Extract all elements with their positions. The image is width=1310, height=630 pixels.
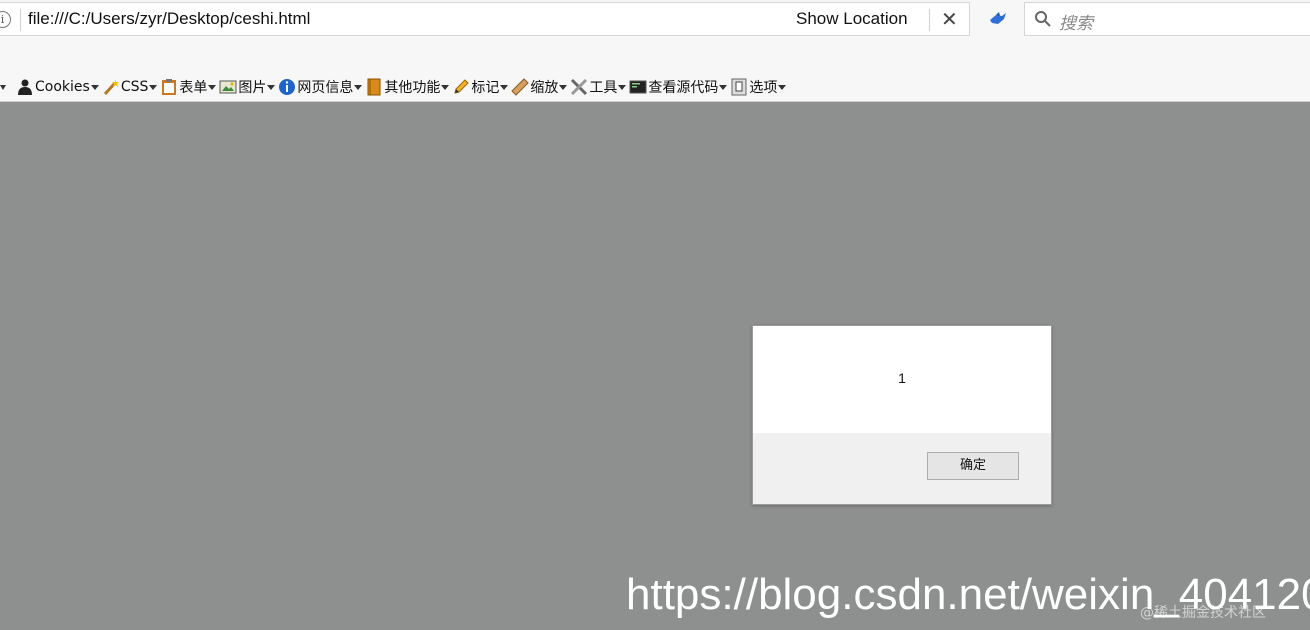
toolbar-item-label: 工具 — [589, 80, 618, 96]
toolbar-item-page-info[interactable]: 网页信息 — [278, 77, 363, 97]
person-icon — [18, 79, 32, 95]
chevron-down-icon — [719, 84, 728, 90]
alert-dialog: 1 确定 — [752, 325, 1052, 505]
pencil-icon — [454, 79, 470, 94]
options-icon — [731, 78, 747, 96]
extension-toolbar: Cookies CSS 表单 图片 网页信息 其他功能 标记 缩放 工具 查看源… — [0, 76, 789, 98]
toolbar-item-resize[interactable]: 缩放 — [511, 77, 568, 97]
toolbar-item-label: 网页信息 — [297, 80, 354, 96]
toolbar-item-options[interactable]: 选项 — [730, 77, 787, 97]
toolbar-item-label: CSS — [120, 79, 149, 95]
toolbar-item-outline[interactable]: 标记 — [452, 77, 509, 97]
info-icon — [279, 79, 296, 95]
toolbar-item-label: 标记 — [471, 80, 500, 96]
info-icon[interactable]: i — [0, 11, 11, 28]
toolbar-item-css[interactable]: CSS — [102, 78, 158, 96]
divider — [20, 9, 21, 31]
toolbar-item-label: 缩放 — [530, 80, 559, 96]
chevron-down-icon — [778, 84, 787, 90]
toolbar-item-cookies[interactable]: Cookies — [16, 78, 99, 96]
toolbar-item-tools[interactable]: 工具 — [570, 77, 627, 97]
bird-icon[interactable] — [988, 11, 1008, 27]
chevron-down-icon — [500, 84, 509, 90]
toolbar-item-label: Cookies — [35, 79, 90, 95]
chevron-down-icon — [208, 84, 217, 90]
toolbar-item-label: 其他功能 — [384, 80, 441, 96]
search-placeholder: 搜索 — [1059, 14, 1093, 34]
ok-button[interactable]: 确定 — [927, 452, 1019, 480]
search-bar[interactable]: 搜索 — [1024, 2, 1310, 36]
toolbar-item-forms[interactable]: 表单 — [160, 77, 217, 97]
ruler-icon — [511, 78, 530, 96]
toolbar-item-view-source[interactable]: 查看源代码 — [629, 77, 728, 97]
toolbar-item-misc[interactable]: 其他功能 — [365, 77, 450, 97]
chevron-down-icon — [267, 84, 276, 90]
alert-footer: 确定 — [753, 433, 1051, 504]
toolbar-item-label: 图片 — [238, 80, 267, 96]
image-icon — [219, 80, 237, 94]
wand-icon — [103, 79, 119, 96]
divider — [929, 9, 930, 31]
clipboard-icon — [162, 79, 177, 95]
chevron-down-icon — [618, 84, 627, 90]
chevron-down-icon — [149, 84, 158, 90]
search-icon — [1035, 11, 1051, 27]
chevron-down-icon — [441, 84, 450, 90]
chevron-down-icon — [559, 84, 568, 90]
watermark-community: @稀土掘金技术社区 — [1140, 605, 1266, 621]
terminal-icon — [629, 80, 647, 94]
url-text[interactable]: file:///C:/Users/zyr/Desktop/ceshi.html — [28, 9, 310, 29]
toolbar-item-label: 选项 — [749, 80, 778, 96]
book-icon — [367, 78, 381, 96]
toolbar-item-images[interactable]: 图片 — [219, 77, 276, 97]
chevron-down-icon — [90, 84, 99, 90]
browser-chrome: i file:///C:/Users/zyr/Desktop/ceshi.htm… — [0, 0, 1310, 102]
chevron-down-icon — [354, 84, 363, 90]
alert-message: 1 — [898, 370, 906, 386]
toolbar-overflow-caret[interactable] — [0, 84, 6, 90]
close-icon[interactable]: ✕ — [941, 7, 958, 31]
show-location-button[interactable]: Show Location — [796, 9, 908, 29]
toolbar-item-label: 表单 — [179, 80, 208, 96]
address-bar[interactable]: i file:///C:/Users/zyr/Desktop/ceshi.htm… — [0, 2, 970, 36]
toolbar-item-label: 查看源代码 — [648, 80, 719, 96]
tools-icon — [571, 78, 588, 96]
